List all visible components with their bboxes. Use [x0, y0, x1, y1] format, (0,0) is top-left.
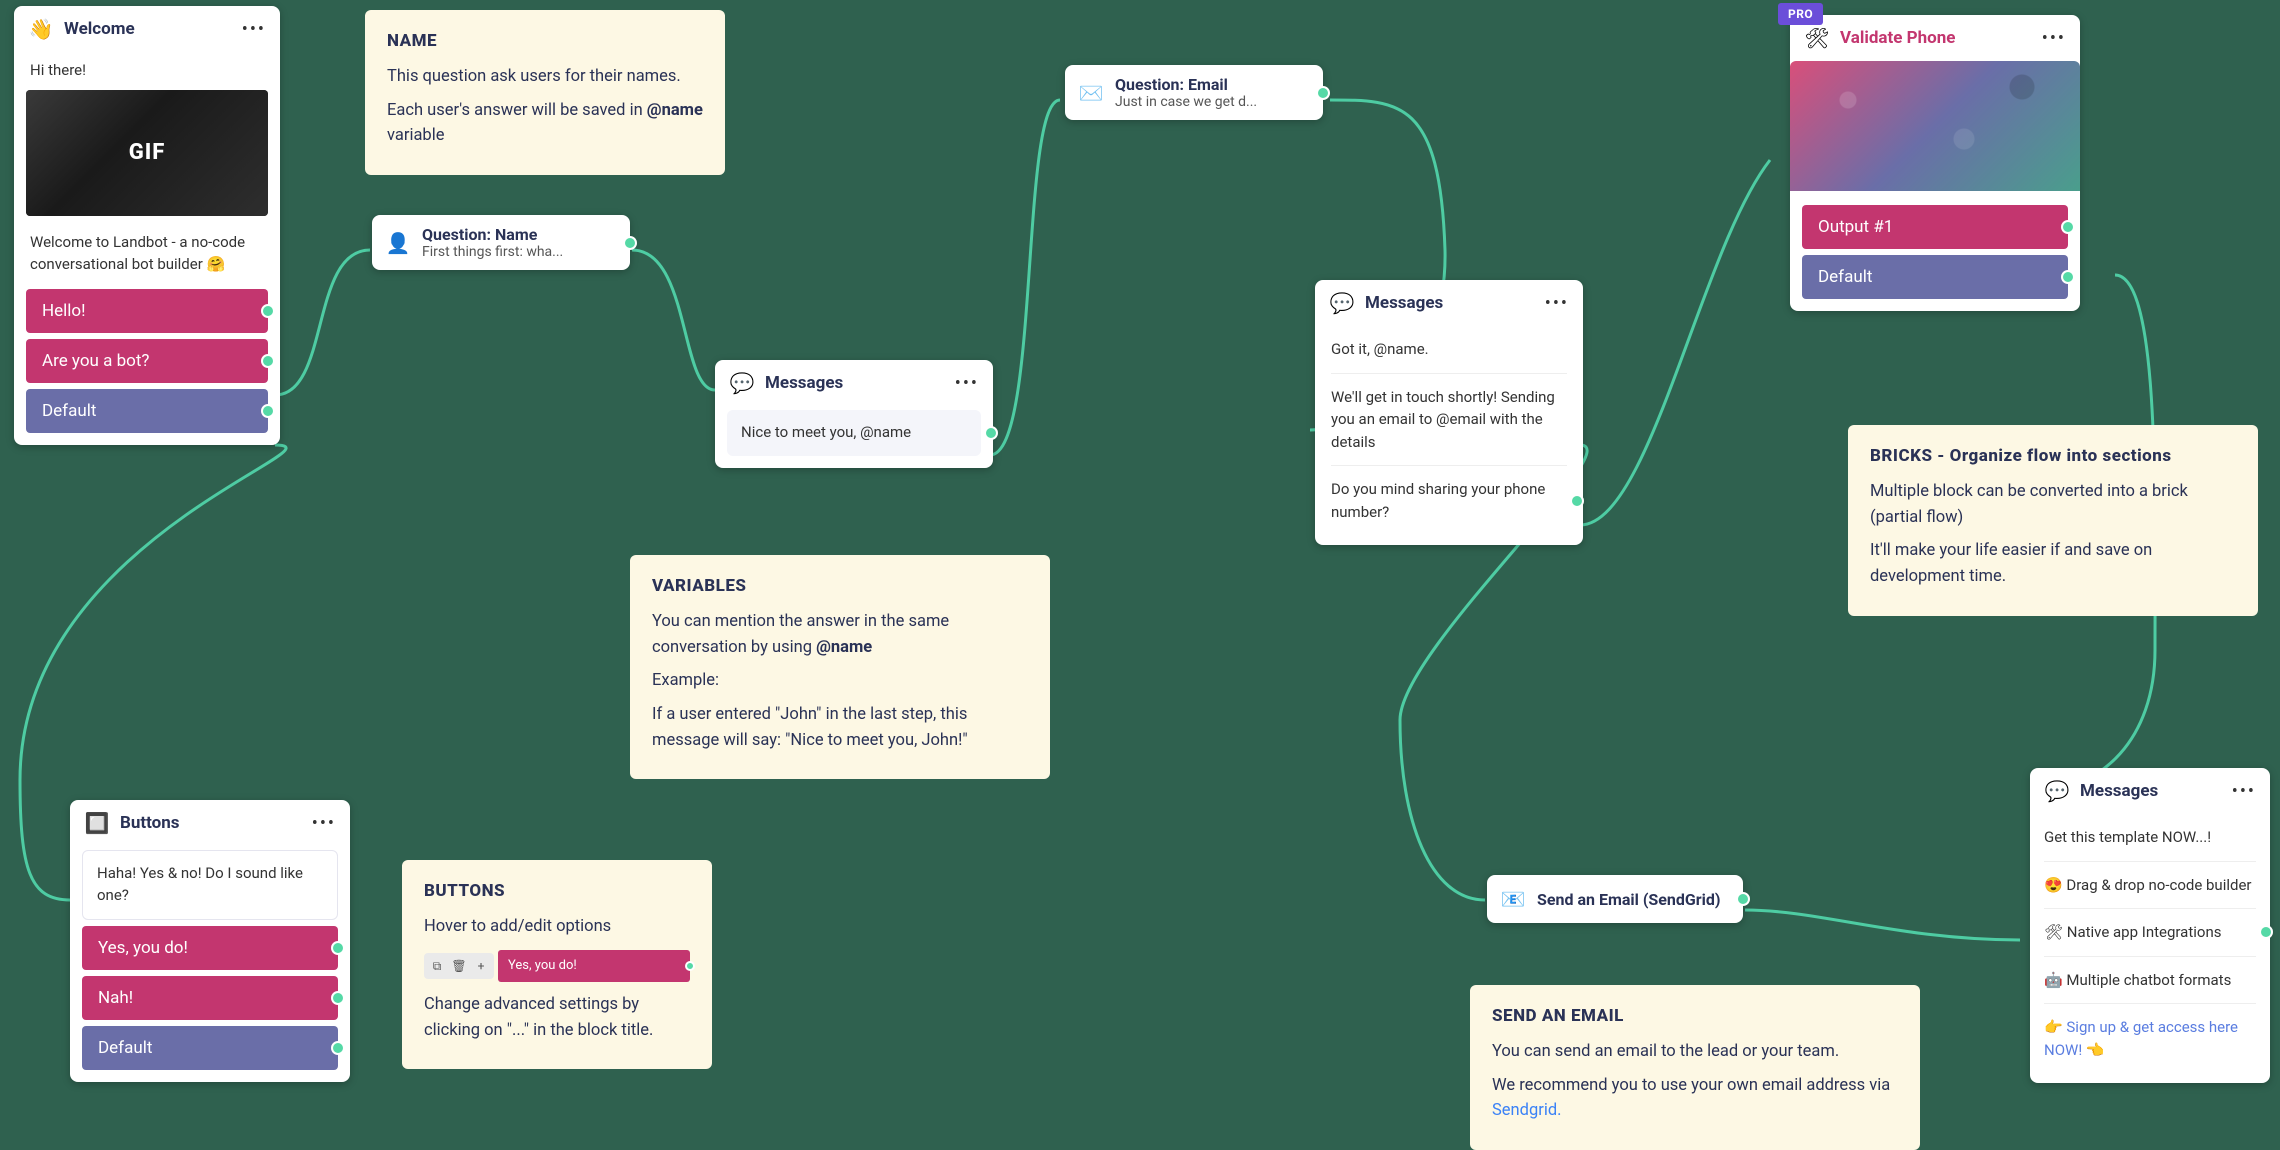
gif-preview[interactable]: GIF — [26, 90, 268, 216]
note-name: NAME This question ask users for their n… — [365, 10, 725, 175]
block-title: Messages — [765, 373, 945, 393]
block-title: Validate Phone — [1840, 28, 2032, 48]
prompt-text: Haha! Yes & no! Do I sound like one? — [82, 850, 338, 920]
button-icon: 🔲 — [84, 810, 110, 836]
option-are-you-bot[interactable]: Are you a bot? — [26, 339, 268, 383]
option-yes[interactable]: Yes, you do! — [82, 926, 338, 970]
note-variables: VARIABLES You can mention the answer in … — [630, 555, 1050, 779]
output-port[interactable] — [1736, 892, 1750, 906]
brick-preview — [1790, 61, 2080, 191]
option-default[interactable]: Default — [26, 389, 268, 433]
more-icon[interactable]: ••• — [312, 813, 336, 834]
block-title: Send an Email (SendGrid) — [1537, 890, 1731, 909]
message-text: Nice to meet you, @name — [727, 410, 981, 456]
person-icon: 👤 — [384, 229, 412, 257]
envelope-icon: ✉️ — [1077, 79, 1105, 107]
send-email-block[interactable]: 📧 Send an Email (SendGrid) — [1487, 875, 1743, 923]
messages-block-2[interactable]: 💬 Messages ••• Got it, @name. We'll get … — [1315, 280, 1583, 545]
messages-block-3[interactable]: 💬 Messages ••• Get this template NOW...!… — [2030, 768, 2270, 1083]
message-item: 🛠 Native app Integrations — [2044, 909, 2256, 957]
output-port[interactable] — [1316, 86, 1330, 100]
output-default[interactable]: Default — [1802, 255, 2068, 299]
more-icon[interactable]: ••• — [1545, 293, 1569, 314]
note-buttons: BUTTONS Hover to add/edit options ⧉ 🗑 + … — [402, 860, 712, 1069]
output-1[interactable]: Output #1 — [1802, 205, 2068, 249]
signup-link[interactable]: 👉 Sign up & get access here NOW! 👈 — [2044, 1004, 2256, 1073]
buttons-block[interactable]: 🔲 Buttons ••• Haha! Yes & no! Do I sound… — [70, 800, 350, 1082]
block-title: Question: Email — [1115, 75, 1311, 94]
messages-block-1[interactable]: 💬 Messages ••• Nice to meet you, @name — [715, 360, 993, 468]
block-subtitle: Just in case we get d... — [1115, 94, 1285, 110]
block-title: Messages — [1365, 293, 1535, 313]
copy-icon: ⧉ — [426, 955, 448, 977]
message-item: Got it, @name. — [1331, 326, 1567, 374]
sendgrid-link[interactable]: Sendgrid. — [1492, 1101, 1562, 1120]
message-item: 🤖 Multiple chatbot formats — [2044, 957, 2256, 1005]
intro-text: Welcome to Landbot - a no-code conversat… — [26, 224, 268, 284]
question-name-block[interactable]: 👤 Question: Name First things first: wha… — [372, 215, 630, 270]
block-title: Question: Name — [422, 225, 618, 244]
block-subtitle: First things first: wha... — [422, 244, 592, 260]
option-default[interactable]: Default — [82, 1026, 338, 1070]
chat-icon: 💬 — [1329, 290, 1355, 316]
more-icon[interactable]: ••• — [2232, 781, 2256, 802]
note-bricks: BRICKS - Organize flow into sections Mul… — [1848, 425, 2258, 616]
greeting-text: Hi there! — [26, 52, 268, 90]
chat-icon: 💬 — [2044, 778, 2070, 804]
wave-icon: 👋 — [28, 16, 54, 42]
question-email-block[interactable]: ✉️ Question: Email Just in case we get d… — [1065, 65, 1323, 120]
chat-icon: 💬 — [729, 370, 755, 396]
more-icon[interactable]: ••• — [242, 19, 266, 40]
pro-badge: PRO — [1778, 3, 1823, 25]
message-item: Do you mind sharing your phone number? — [1331, 466, 1567, 535]
message-item: 😍 Drag & drop no-code builder — [2044, 862, 2256, 910]
option-nah[interactable]: Nah! — [82, 976, 338, 1020]
block-title: Buttons — [120, 813, 302, 833]
output-port[interactable] — [623, 236, 637, 250]
email-send-icon: 📧 — [1499, 885, 1527, 913]
block-title: Messages — [2080, 781, 2222, 801]
tools-icon: 🛠 — [1804, 25, 1830, 51]
message-item: Get this template NOW...! — [2044, 814, 2256, 862]
note-send-email: SEND AN EMAIL You can send an email to t… — [1470, 985, 1920, 1150]
message-item: We'll get in touch shortly! Sending you … — [1331, 374, 1567, 467]
more-icon[interactable]: ••• — [955, 373, 979, 394]
plus-icon: + — [470, 955, 492, 977]
validate-phone-block[interactable]: PRO 🛠 Validate Phone ••• Output #1 Defau… — [1790, 15, 2080, 311]
more-icon[interactable]: ••• — [2042, 28, 2066, 49]
block-title: Welcome — [64, 19, 232, 39]
option-hello[interactable]: Hello! — [26, 289, 268, 333]
welcome-block[interactable]: 👋 Welcome ••• Hi there! GIF Welcome to L… — [14, 6, 280, 445]
trash-icon: 🗑 — [448, 955, 470, 977]
button-edit-preview: ⧉ 🗑 + Yes, you do! — [424, 950, 690, 982]
